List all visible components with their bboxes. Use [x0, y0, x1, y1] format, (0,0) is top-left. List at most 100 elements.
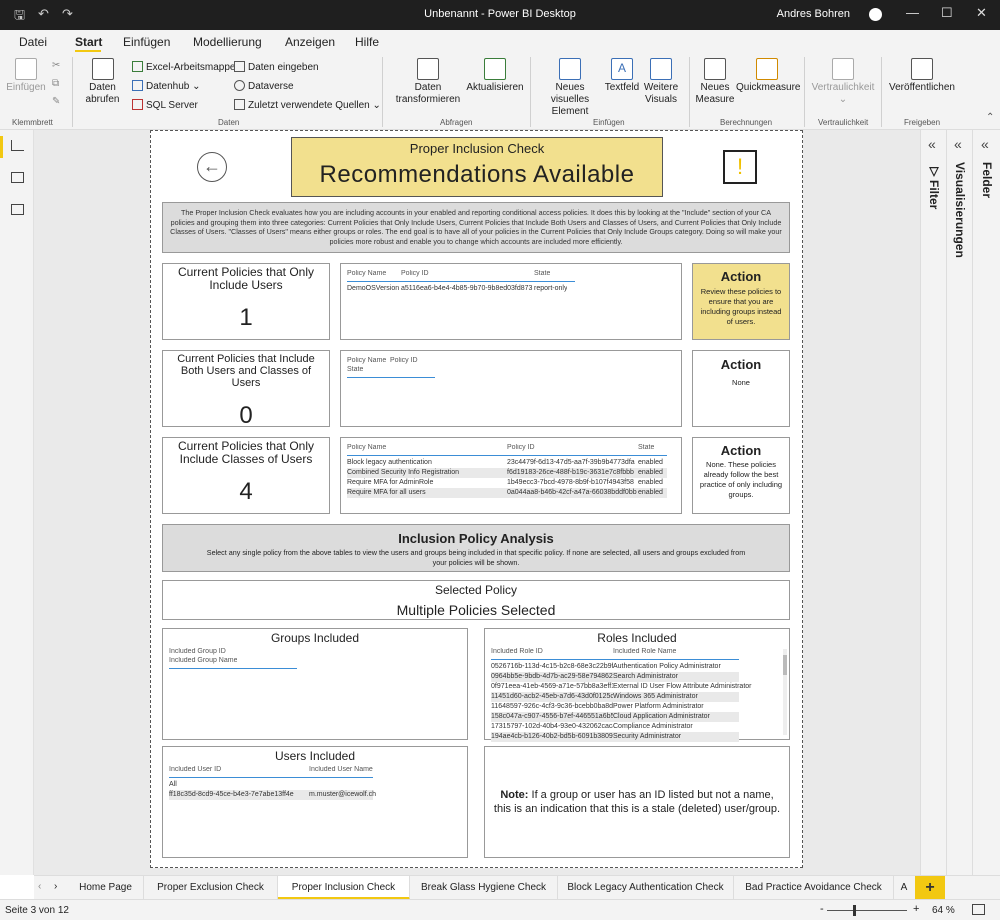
- datahub-button[interactable]: Datenhub ⌄: [132, 80, 201, 92]
- table-row[interactable]: Require MFA for AdminRole 1b49ecc3-7bcd-4…: [347, 478, 667, 488]
- table-row[interactable]: 0964bb5e-9bdb-4d7b-ac29-58e794862a40Sear…: [491, 672, 739, 682]
- visualizations-pane[interactable]: « Visualisierungen: [946, 130, 972, 875]
- tab-proper-inclusion[interactable]: Proper Inclusion Check: [278, 876, 410, 900]
- transform-data-button[interactable]: Daten transformieren: [390, 58, 466, 106]
- fields-pane[interactable]: « Felder: [972, 130, 1000, 875]
- refresh-button[interactable]: Aktualisieren: [466, 58, 524, 94]
- menu-start[interactable]: Start: [75, 35, 102, 49]
- card-both[interactable]: Current Policies that Include Both Users…: [162, 350, 330, 429]
- quick-measure-button[interactable]: Quickmeasure: [736, 58, 800, 94]
- user-name[interactable]: Andres Bohren: [777, 8, 850, 20]
- minimize-icon[interactable]: —: [906, 5, 919, 20]
- calculator-icon: [704, 58, 726, 80]
- group-label-calc: Berechnungen: [720, 118, 773, 127]
- copy-icon[interactable]: ⧉: [52, 78, 59, 89]
- tab-break-glass[interactable]: Break Glass Hygiene Check: [410, 876, 558, 900]
- collapse-fields-icon[interactable]: «: [981, 136, 989, 152]
- users-included-table[interactable]: Users Included Included User ID Included …: [162, 746, 468, 858]
- table-row[interactable]: 158c047a-c907-4556-b7ef-446551a6b5f7Clou…: [491, 712, 739, 722]
- table-row[interactable]: Combined Security Info Registration f6d19…: [347, 468, 667, 478]
- analysis-text: Select any single policy from the above …: [206, 548, 746, 567]
- paste-button[interactable]: Einfügen: [6, 58, 46, 94]
- card-only-users[interactable]: Current Policies that Only Include Users…: [162, 263, 330, 340]
- roles-included-table[interactable]: Roles Included Included Role ID Included …: [484, 628, 790, 742]
- maximize-icon[interactable]: ☐: [941, 5, 953, 21]
- close-icon[interactable]: ✕: [976, 5, 987, 21]
- menu-einfuegen[interactable]: Einfügen: [123, 35, 170, 49]
- sqlserver-button[interactable]: SQL Server: [132, 99, 198, 111]
- card-value: 0: [239, 402, 253, 429]
- tab-scroll-right-icon[interactable]: ›: [54, 881, 57, 892]
- table-row[interactable]: 0f971eea-41eb-4569-a71e-57bb8a3eff1eExte…: [491, 682, 752, 692]
- dataverse-button[interactable]: Dataverse: [234, 80, 294, 92]
- collapse-visualizations-icon[interactable]: «: [954, 136, 962, 152]
- table-row[interactable]: 11451d60-acb2-45eb-a7d6-43d0f0125c13Wind…: [491, 692, 739, 702]
- selected-policy-value: Multiple Policies Selected: [396, 602, 556, 618]
- tab-scroll-left-icon[interactable]: ‹: [38, 881, 41, 892]
- table-row[interactable]: Block legacy authentication 23c4479f-6d13…: [347, 458, 667, 468]
- table-row[interactable]: ff18c35d-8cd9-45ce-b4e3-7e7abe13ff4e m.mu…: [169, 790, 376, 800]
- recent-sources-button[interactable]: Zuletzt verwendete Quellen ⌄: [234, 99, 381, 111]
- window-title: Unbenannt - Power BI Desktop: [424, 8, 576, 20]
- header-title: Recommendations Available: [319, 161, 635, 188]
- filter-pane[interactable]: « ▽ Filter: [920, 130, 946, 875]
- datahub-icon: [132, 80, 143, 91]
- get-data-button[interactable]: Daten abrufen: [80, 58, 125, 106]
- tab-bad-practice[interactable]: Bad Practice Avoidance Check: [734, 876, 894, 900]
- table-only-users[interactable]: Policy Name Policy ID State DemoOSVersion a…: [340, 263, 682, 340]
- back-arrow-icon[interactable]: ←: [197, 152, 227, 182]
- cut-icon[interactable]: ✂: [52, 60, 60, 71]
- model-view-icon[interactable]: [11, 204, 24, 215]
- tab-block-legacy-auth[interactable]: Block Legacy Authentication Check: [558, 876, 734, 900]
- collapse-ribbon-icon[interactable]: ⌃: [986, 112, 994, 123]
- format-painter-icon[interactable]: ✎: [52, 96, 60, 107]
- users-title: Users Included: [274, 749, 356, 763]
- tab-home-page[interactable]: Home Page: [68, 876, 144, 900]
- table-icon: [234, 61, 245, 72]
- table-header: Policy NamePolicy IDState: [347, 357, 435, 378]
- report-view-icon[interactable]: [11, 140, 24, 151]
- tab-proper-exclusion[interactable]: Proper Exclusion Check: [144, 876, 278, 900]
- analysis-title: Inclusion Policy Analysis: [398, 531, 554, 546]
- table-row[interactable]: All: [169, 780, 373, 790]
- table-row[interactable]: 0526716b-113d-4c15-b2c8-68e3c22b9f80Auth…: [491, 662, 739, 672]
- table-header: Included Role ID Included Role Name: [491, 648, 739, 660]
- table-content: Policy Name Policy IDState: [347, 357, 435, 380]
- fit-page-icon[interactable]: [972, 904, 985, 915]
- description-box: The Proper Inclusion Check evaluates how…: [162, 202, 790, 253]
- table-only-classes[interactable]: Policy Name Policy ID State Block legacy a…: [340, 437, 682, 514]
- avatar[interactable]: [869, 8, 882, 21]
- menu-datei[interactable]: Datei: [19, 35, 47, 49]
- table-row[interactable]: DemoOSVersion a5116ea6-b4e4-4b85-9b70-9b8…: [347, 284, 575, 294]
- zoom-slider-handle[interactable]: [853, 905, 856, 916]
- table-row[interactable]: Require MFA for all users 0a044aa8-b46b-4…: [347, 488, 667, 498]
- roles-scrollbar[interactable]: [783, 649, 787, 735]
- menu-hilfe[interactable]: Hilfe: [355, 35, 379, 49]
- tab-truncated[interactable]: A: [894, 876, 914, 900]
- table-row[interactable]: 17315797-102d-40b4-93e0-432062caca18Comp…: [491, 722, 739, 732]
- card-only-classes[interactable]: Current Policies that Only Include Class…: [162, 437, 330, 514]
- visualizations-pane-title: Visualisierungen: [953, 162, 967, 258]
- clipboard-icon: [15, 58, 37, 80]
- zoom-in-icon[interactable]: +: [913, 903, 919, 915]
- new-measure-button[interactable]: Neues Measure: [694, 58, 736, 106]
- sensitivity-button[interactable]: Vertraulichkeit ⌄: [810, 58, 876, 106]
- collapse-filter-icon[interactable]: «: [928, 136, 936, 152]
- table-row[interactable]: 11648597-926c-4cf3-9c36-bcebb0ba8dccPowe…: [491, 702, 739, 712]
- publish-button[interactable]: Veröffentlichen: [886, 58, 958, 94]
- textbox-button[interactable]: A Textfeld: [604, 58, 640, 94]
- add-page-button[interactable]: +: [915, 876, 945, 900]
- groups-included-table[interactable]: Groups Included Included Group IDInclude…: [162, 628, 468, 740]
- note-box: Note: If a group or user has an ID liste…: [484, 746, 790, 858]
- table-both[interactable]: Policy Name Policy IDState: [340, 350, 682, 427]
- new-visual-button[interactable]: Neues visuelles Element: [536, 58, 604, 118]
- table-view-icon[interactable]: [11, 172, 24, 183]
- zoom-out-icon[interactable]: -: [820, 903, 824, 915]
- zoom-slider[interactable]: [827, 910, 907, 911]
- enter-data-button[interactable]: Daten eingeben: [234, 61, 319, 73]
- menu-anzeigen[interactable]: Anzeigen: [285, 35, 335, 49]
- more-visuals-button[interactable]: Weitere Visuals: [640, 58, 682, 106]
- table-row[interactable]: 194ae4cb-b126-40b2-bd5b-6091b380977dSecu…: [491, 732, 739, 742]
- menu-modellierung[interactable]: Modellierung: [193, 35, 262, 49]
- excel-button[interactable]: Excel-Arbeitsmappe: [132, 61, 235, 73]
